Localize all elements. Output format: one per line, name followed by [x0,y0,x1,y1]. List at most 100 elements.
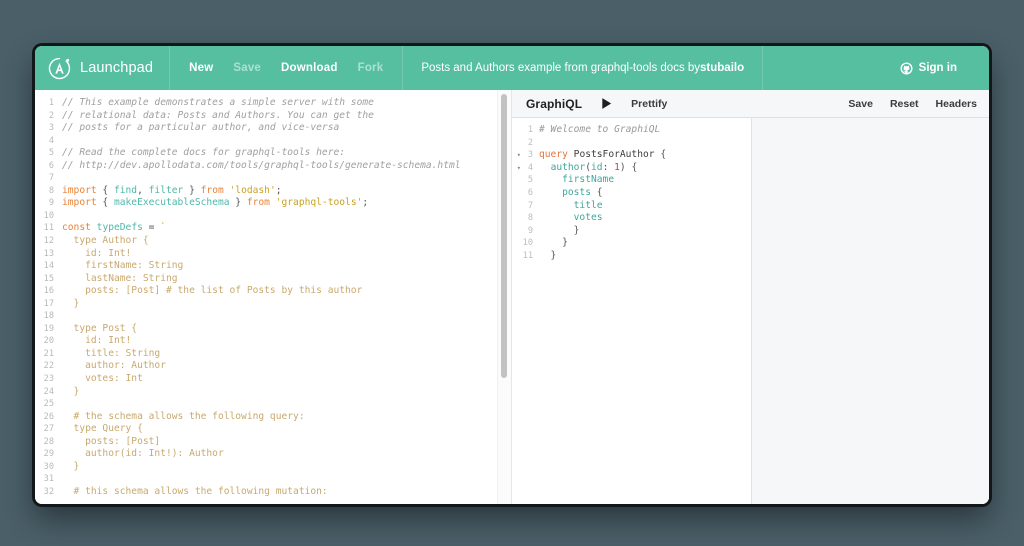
code-line: 9 import { makeExecutableSchema } from 'g… [35,197,511,210]
play-icon[interactable] [600,97,613,110]
line-number: 21 [43,348,54,359]
code-line: 32 # this schema allows the following mu… [35,486,511,499]
line-number: 2 [48,110,54,121]
query-text [539,137,751,150]
line-number: 5 [48,148,54,159]
query-text: query PostsForAuthor { [539,149,667,161]
code-line: 15 lastName: String [35,273,511,286]
code-text: // This example demonstrates a simple se… [62,97,374,108]
code-text: votes: Int [62,373,143,385]
line-number: 26 [43,411,54,422]
line-number: 3 [48,123,54,134]
query-line-number: 11 [522,250,533,261]
code-text: // http://dev.apollodata.com/tools/graph… [62,159,461,171]
line-number: 12 [43,236,54,247]
code-line: 28 posts: [Post] [35,436,511,449]
code-line: 8 import { find, filter } from 'lodash'; [35,185,511,198]
query-line: 1 # Welcome to GraphiQL [512,124,751,137]
headers-button[interactable]: Headers [936,98,977,110]
menu-item-save[interactable]: Save [233,62,261,74]
app-header: Launchpad New Save Download Fork Posts a… [35,46,989,90]
line-number: 9 [48,198,54,209]
fold-arrow-icon[interactable]: ▾ [512,149,521,162]
query-line: 6 posts { [512,187,751,200]
code-line: 18 [35,310,511,323]
save-button[interactable]: Save [848,98,873,110]
code-line: 27 type Query { [35,423,511,436]
code-text: type Post { [62,322,138,334]
code-line: 2 // relational data: Posts and Authors. … [35,110,511,123]
query-line-number: 1 [527,125,533,135]
code-line: 23 votes: Int [35,373,511,386]
code-line: 13 id: Int! [35,248,511,261]
line-number: 7 [48,173,54,184]
header-menu: New Save Download Fork [170,46,404,90]
query-line: 5 firstName [512,174,751,187]
line-number: 10 [43,210,54,221]
query-text: } [539,224,580,236]
line-number: 22 [43,361,54,372]
sign-in-button[interactable]: Sign in [900,46,975,90]
brand[interactable]: Launchpad [35,46,171,90]
prettify-button[interactable]: Prettify [631,98,667,110]
line-number: 29 [43,449,54,460]
query-line-number: 5 [527,175,533,186]
query-line-number: 3 [527,150,533,161]
code-text: } [62,297,80,309]
line-number: 16 [43,286,54,297]
graphiql-logo: GraphiQL [526,96,583,111]
document-title[interactable]: Posts and Authors example from graphql-t… [403,46,764,90]
menu-item-download[interactable]: Download [281,62,338,74]
code-line: 14 firstName: String [35,260,511,273]
results-pane [752,118,989,504]
document-title-text: Posts and Authors example from graphql-t… [421,62,701,74]
line-number: 13 [43,248,54,259]
line-number: 28 [43,436,54,447]
code-line: 10 [35,210,511,223]
line-number: 25 [43,399,54,410]
code-text: lastName: String [62,272,178,284]
line-number: 1 [48,98,54,108]
query-text: votes [573,212,603,224]
line-number: 30 [43,461,54,472]
code-line: 3 // posts for a particular author, and v… [35,122,511,135]
query-line: 8 votes [512,212,751,225]
line-number: 6 [48,160,54,171]
query-line-number: 2 [527,137,533,148]
code-text: const typeDefs = ` [62,222,166,234]
query-editor[interactable]: 1 # Welcome to GraphiQL 2 ▾ 3 query PostsForA… [512,118,752,504]
code-line: 29 author(id: Int!): Author [35,448,511,461]
query-line-number: 6 [527,187,533,198]
graphiql-body: 1 # Welcome to GraphiQL 2 ▾ 3 query PostsForA… [512,118,989,504]
code-line: 11 const typeDefs = ` [35,222,511,235]
menu-item-fork[interactable]: Fork [358,62,384,74]
menu-item-new[interactable]: New [189,62,213,74]
code-line: 19 type Post { [35,323,511,336]
line-number: 4 [48,135,54,146]
document-title-author: stubailo [700,62,745,74]
line-number: 18 [43,311,54,322]
launchpad-window: Launchpad New Save Download Fork Posts a… [35,46,989,504]
reset-button[interactable]: Reset [890,98,919,110]
query-line: ▾ 3 query PostsForAuthor { [512,149,751,162]
code-text: id: Int! [62,247,132,259]
code-text: # the schema allows the following query: [62,410,305,422]
query-text: firstName [562,174,615,186]
server-code-editor[interactable]: 1 // This example demonstrates a simple s… [35,90,512,504]
code-scrollbar-thumb[interactable] [501,94,507,378]
query-line: 2 [512,137,751,150]
code-text: // Read the complete docs for graphql-to… [62,147,346,159]
fold-arrow-icon[interactable]: ▾ [512,162,521,175]
code-scroll-region[interactable]: 1 // This example demonstrates a simple s… [35,90,511,504]
code-line: 16 posts: [Post] # the list of Posts by … [35,285,511,298]
graphiql-toolbar: GraphiQL Prettify Save Reset Headers [512,90,989,118]
code-text: author(id: Int!): Author [62,448,224,460]
code-text: // posts for a particular author, and vi… [62,122,340,134]
code-line: 4 [35,135,511,148]
